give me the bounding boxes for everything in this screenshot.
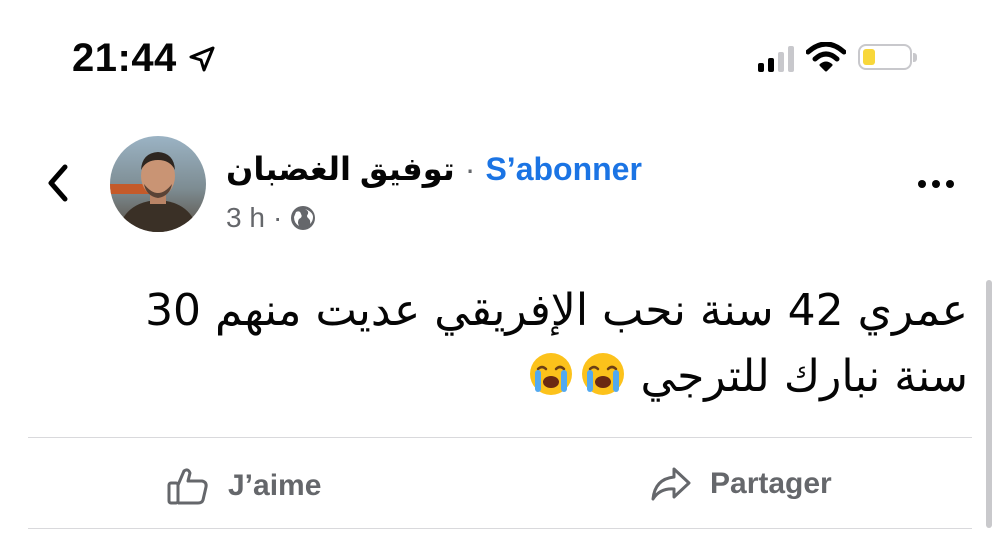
status-bar-time: 21:44: [72, 36, 217, 81]
crying-face-emoji-icon: [582, 353, 625, 395]
post-text-line-2-text: سنة نبارك للترجي: [640, 351, 968, 402]
author-avatar[interactable]: [110, 136, 206, 232]
follow-button[interactable]: S’abonner: [485, 151, 641, 188]
post-time[interactable]: 3 h: [226, 202, 265, 234]
divider-top: [28, 437, 972, 438]
meta-separator: ·: [272, 202, 283, 233]
status-bar-indicators: [758, 42, 917, 72]
separator-dot: ·: [464, 150, 476, 187]
back-button[interactable]: [38, 163, 78, 203]
globe-icon: [290, 205, 316, 231]
wifi-icon: [806, 42, 846, 72]
cellular-signal-icon: [758, 42, 794, 72]
like-label: J’aime: [228, 469, 322, 502]
like-button[interactable]: J’aime: [166, 466, 321, 506]
divider-bottom: [28, 528, 972, 529]
location-arrow-icon: [187, 44, 217, 74]
scrollbar[interactable]: [986, 280, 992, 528]
post-meta: 3 h ·: [226, 202, 316, 234]
battery-level: [863, 49, 875, 65]
battery-icon: [858, 44, 917, 70]
more-options-button[interactable]: [918, 180, 954, 188]
post-text-line-2: سنة نبارك للترجي: [28, 344, 968, 410]
chevron-left-icon: [48, 164, 68, 202]
crying-face-emoji-icon: [530, 353, 573, 395]
share-label: Partager: [710, 467, 832, 500]
clock-label: 21:44: [72, 36, 177, 80]
share-arrow-icon: [650, 466, 692, 502]
share-button[interactable]: Partager: [650, 466, 832, 502]
thumbs-up-icon: [166, 466, 210, 506]
post-header-line: توفيق الغضبان · S’abonner: [226, 150, 642, 188]
author-name[interactable]: توفيق الغضبان: [226, 150, 455, 188]
post-text-line-1: عمري 42 سنة نحب الإفريقي عديت منهم 30: [145, 285, 968, 336]
post-text: عمري 42 سنة نحب الإفريقي عديت منهم 30 سن…: [28, 278, 968, 410]
